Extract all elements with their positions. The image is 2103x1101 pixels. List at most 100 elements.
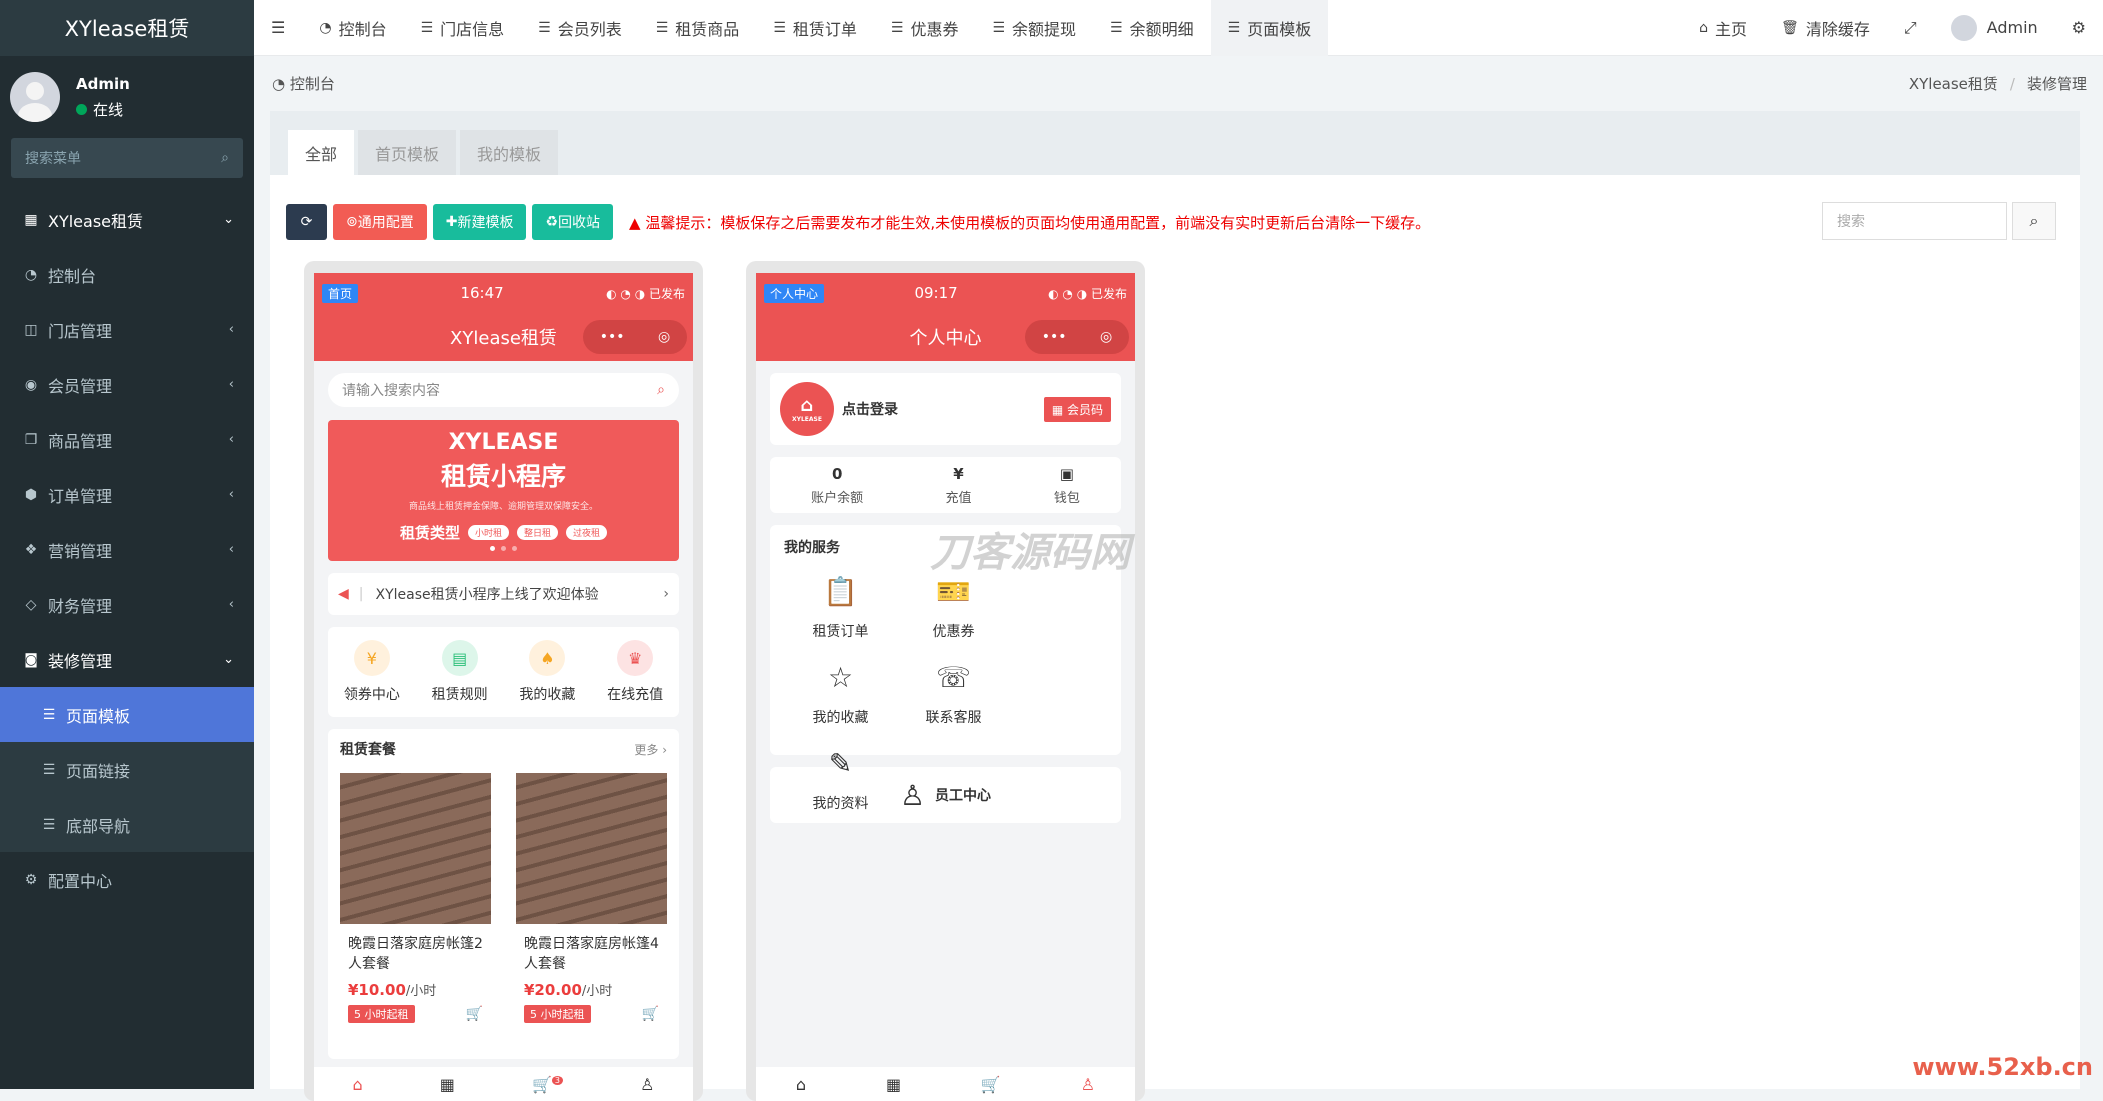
breadcrumb: ◔ 控制台 XYlease租赁/装修管理: [254, 56, 2103, 111]
page-title: ◔ 控制台: [272, 73, 335, 94]
dashboard-icon: ◔: [22, 267, 40, 283]
avatar: [10, 72, 60, 122]
list-icon: ☰: [656, 20, 669, 36]
signal-icon: ◐ ◔ ◑: [1048, 287, 1091, 301]
sidebar-item-stores[interactable]: ◫门店管理‹: [0, 302, 254, 357]
tab-store-info[interactable]: ☰门店信息: [404, 0, 522, 56]
sidebar-menu: ▦XYlease租赁⌄ ◔控制台 ◫门店管理‹ ◉会员管理‹ ❐商品管理‹ ⬢订…: [0, 192, 254, 907]
sidebar-item-page-link[interactable]: ☰页面链接: [0, 742, 254, 797]
tab-dashboard[interactable]: ◔控制台: [302, 0, 403, 56]
tab-member-list[interactable]: ☰会员列表: [521, 0, 639, 56]
tab-all[interactable]: 全部: [288, 130, 354, 175]
sidebar-item-dashboard[interactable]: ◔控制台: [0, 247, 254, 302]
status-time: 16:47: [460, 284, 503, 302]
list-icon: ☰: [1110, 20, 1123, 36]
search-icon[interactable]: ⌕: [221, 150, 229, 166]
main-panel: 全部 首页模板 我的模板 ⟳ ⊚ 通用配置 ✚ 新建模板 ♻ 回收站 ▲ 温馨提…: [270, 111, 2080, 1089]
capsule-menu: ••• ◎: [583, 320, 687, 354]
tab-coupons[interactable]: ☰优惠券: [874, 0, 976, 56]
brand-logo: ⌂XYLEASE: [780, 382, 834, 436]
sidebar: XYlease租赁 Admin 在线 搜索菜单 ⌕ ▦XYlease租赁⌄ ◔控…: [0, 0, 254, 1089]
clear-cache-button[interactable]: 🗑清除缓存: [1764, 0, 1887, 56]
sidebar-item-orders[interactable]: ⬢订单管理‹: [0, 467, 254, 522]
sidebar-item-finance[interactable]: ◇财务管理‹: [0, 577, 254, 632]
phone-tabbar: ⌂ ▦ 🛒 ♙: [756, 1067, 1135, 1101]
star-icon: ☆: [784, 661, 897, 701]
recycle-bin-button[interactable]: ♻ 回收站: [532, 204, 613, 240]
avatar: [1951, 15, 1977, 41]
tab-rental-orders[interactable]: ☰租赁订单: [756, 0, 874, 56]
sidebar-logo[interactable]: XYlease租赁: [0, 0, 254, 56]
signal-icon: ◐ ◔ ◑: [606, 287, 649, 301]
list-icon: ☰: [40, 762, 58, 778]
cart-icon: 🛒: [981, 1075, 1001, 1094]
sidebar-item-bottom-nav[interactable]: ☰底部导航: [0, 797, 254, 852]
product-image: [516, 773, 667, 924]
sidebar-item-members[interactable]: ◉会员管理‹: [0, 357, 254, 412]
tab-home-template[interactable]: 首页模板: [358, 130, 456, 175]
grid-icon: ▦: [22, 212, 40, 228]
new-template-button[interactable]: ✚ 新建模板: [433, 204, 527, 240]
product-card: 晚霞日落家庭房帐篷4人套餐 ¥20.00/小时 5 小时起租🛒: [516, 773, 667, 1023]
sidebar-item-config[interactable]: ⚙配置中心: [0, 852, 254, 907]
user-menu[interactable]: Admin: [1934, 0, 2055, 56]
breadcrumb-current: 装修管理: [2027, 75, 2087, 93]
refresh-icon: ⟳: [301, 214, 313, 230]
template-card-profile[interactable]: 个人中心 09:17 ◐ ◔ ◑ 已发布 个人中心 •••◎ ⌂XYLEASE …: [746, 261, 1145, 1101]
user-icon: ♙: [640, 1075, 654, 1094]
product-image: [340, 773, 491, 924]
tab-my-template[interactable]: 我的模板: [460, 130, 558, 175]
speaker-icon: ◀: [338, 586, 349, 602]
search-input[interactable]: 搜索: [1822, 202, 2007, 240]
tab-rental-goods[interactable]: ☰租赁商品: [639, 0, 757, 56]
notice-bar: ◀|XYlease租赁小程序上线了欢迎体验›: [328, 573, 679, 615]
more-icon: •••: [600, 329, 625, 345]
settings-button[interactable]: ⚙: [2055, 0, 2103, 56]
list-icon: ☰: [1228, 20, 1241, 36]
sidebar-item-xylease[interactable]: ▦XYlease租赁⌄: [0, 192, 254, 247]
tab-page-template[interactable]: ☰页面模板: [1211, 0, 1329, 56]
gear-icon: ⚙: [22, 872, 40, 888]
list-icon: ☰: [538, 20, 551, 36]
recharge-icon: ¥: [945, 465, 971, 483]
list-icon: ☰: [40, 707, 58, 723]
sidebar-item-marketing[interactable]: ❖营销管理‹: [0, 522, 254, 577]
target-icon: ◎: [658, 329, 670, 345]
chevron-left-icon: ‹: [229, 377, 234, 392]
search-button[interactable]: ⌕: [2012, 202, 2056, 240]
sidebar-item-products[interactable]: ❐商品管理‹: [0, 412, 254, 467]
search-icon: ⌕: [2030, 211, 2039, 231]
product-card: 晚霞日落家庭房帐篷2人套餐 ¥10.00/小时 5 小时起租🛒: [340, 773, 491, 1023]
refresh-button[interactable]: ⟳: [286, 204, 327, 240]
user-circle-icon: ◉: [22, 377, 40, 393]
sidebar-item-decoration[interactable]: ◙装修管理⌄: [0, 632, 254, 687]
watermark: 刀客源码网: [930, 520, 1130, 578]
sidebar-toggle-button[interactable]: ☰: [254, 0, 302, 56]
toolbar: ⟳ ⊚ 通用配置 ✚ 新建模板 ♻ 回收站 ▲ 温馨提示：模板保存之后需要发布才…: [286, 204, 1430, 240]
general-config-button[interactable]: ⊚ 通用配置: [333, 204, 427, 240]
chevron-down-icon: ⌄: [223, 212, 234, 227]
trash-icon: 🗑: [1781, 20, 1799, 36]
tab-withdraw[interactable]: ☰余额提现: [975, 0, 1093, 56]
dashboard-icon: ◔: [319, 20, 331, 36]
breadcrumb-link[interactable]: XYlease租赁: [1909, 75, 1998, 93]
tab-balance-detail[interactable]: ☰余额明细: [1093, 0, 1211, 56]
sidebar-item-page-template[interactable]: ☰页面模板: [0, 687, 254, 742]
coupon-icon: ¥: [354, 640, 390, 676]
phone-title: XYlease租赁: [450, 324, 557, 350]
member-code-button: ▦ 会员码: [1044, 397, 1111, 422]
login-card: ⌂XYLEASE 点击登录 ▦ 会员码: [770, 373, 1121, 445]
template-card-home[interactable]: 首页 16:47 ◐ ◔ ◑ 已发布 XYlease租赁 •••◎ 请输入搜索内…: [304, 261, 703, 1101]
template-type-badge: 个人中心: [764, 284, 824, 303]
category-icon: ▦: [886, 1075, 901, 1094]
target-icon: ◎: [1100, 329, 1112, 345]
menu-search-input[interactable]: 搜索菜单 ⌕: [11, 138, 243, 178]
home-link[interactable]: ⌂主页: [1682, 0, 1764, 56]
chevron-right-icon: ›: [663, 586, 669, 602]
fullscreen-button[interactable]: ⤢: [1887, 0, 1934, 56]
quick-menu: ¥领券中心 ▤租赁规则 ♠我的收藏 ♛在线充值: [328, 627, 679, 717]
plus-icon: ✚: [446, 214, 458, 230]
user-icon: ♙: [900, 779, 925, 812]
ticket-icon: 🎫: [897, 575, 1010, 615]
recycle-icon: ♻: [545, 214, 558, 230]
